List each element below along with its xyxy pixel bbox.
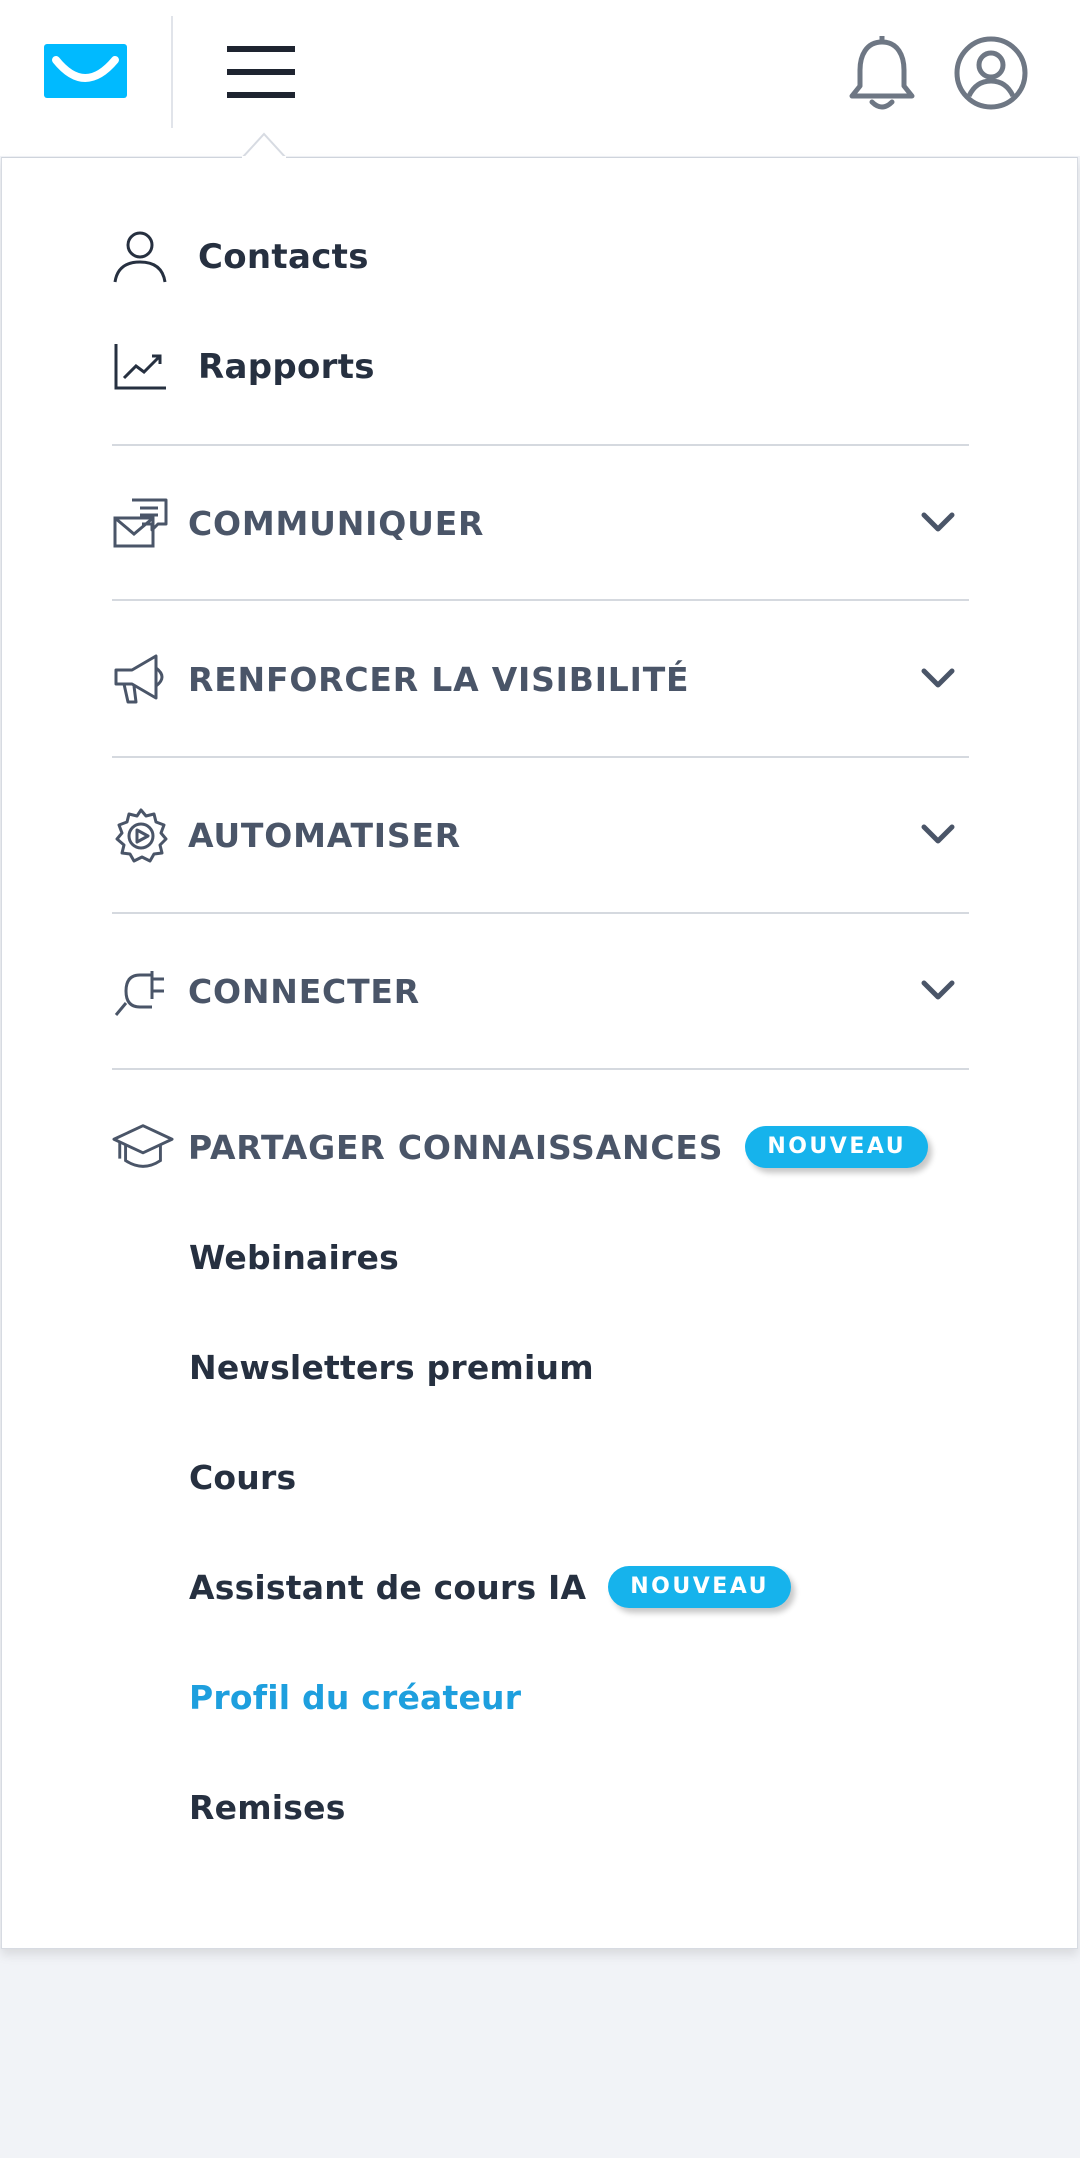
- navigation-menu-panel: [1, 157, 1078, 1949]
- section-label: CONNECTER: [188, 971, 420, 1011]
- menu-item-label: Contacts: [198, 237, 369, 277]
- section-connecter[interactable]: CONNECTER: [112, 955, 970, 1027]
- submenu-item-label: Cours: [189, 1457, 297, 1497]
- section-label: AUTOMATISER: [188, 815, 462, 855]
- submenu-item-label: Newsletters premium: [189, 1347, 594, 1387]
- chart-line-icon: [112, 339, 174, 395]
- megaphone-icon: [112, 648, 174, 710]
- person-icon: [112, 229, 174, 285]
- submenu-item-label: Profil du créateur: [189, 1677, 522, 1717]
- plug-icon: [112, 960, 174, 1022]
- submenu-item-label: Webinaires: [189, 1237, 399, 1277]
- getresponse-logo-icon[interactable]: [44, 44, 127, 98]
- envelope-chat-icon: [112, 492, 174, 554]
- submenu-item-newsletters-premium[interactable]: Newsletters premium: [189, 1339, 594, 1395]
- bell-icon[interactable]: [846, 36, 918, 112]
- hamburger-icon[interactable]: [227, 44, 295, 100]
- section-label: RENFORCER LA VISIBILITÉ: [188, 659, 690, 699]
- chevron-down-icon[interactable]: [920, 505, 956, 541]
- new-badge: NOUVEAU: [608, 1566, 791, 1608]
- top-bar: [0, 0, 1080, 156]
- chevron-down-icon[interactable]: [920, 661, 956, 697]
- section-label: PARTAGER CONNAISSANCES: [188, 1127, 724, 1167]
- gear-play-icon: [112, 804, 174, 866]
- menu-divider: [112, 912, 969, 914]
- user-circle-icon[interactable]: [954, 36, 1028, 110]
- submenu-item-assistant-cours-ia[interactable]: Assistant de cours IA NOUVEAU: [189, 1559, 791, 1615]
- graduation-cap-icon: [112, 1116, 174, 1178]
- section-partager-connaissances[interactable]: PARTAGER CONNAISSANCES NOUVEAU: [112, 1111, 970, 1183]
- menu-divider: [112, 756, 969, 758]
- section-renforcer-visibilite[interactable]: RENFORCER LA VISIBILITÉ: [112, 643, 970, 715]
- header-divider: [171, 16, 173, 128]
- submenu-item-profil-createur[interactable]: Profil du créateur: [189, 1669, 521, 1725]
- submenu-item-webinaires[interactable]: Webinaires: [189, 1229, 399, 1285]
- menu-divider: [112, 444, 969, 446]
- chevron-down-icon[interactable]: [920, 817, 956, 853]
- submenu-item-remises[interactable]: Remises: [189, 1779, 346, 1835]
- menu-divider: [112, 1068, 969, 1070]
- menu-divider: [112, 599, 969, 601]
- new-badge: NOUVEAU: [745, 1126, 929, 1168]
- section-label: COMMUNIQUER: [188, 503, 485, 543]
- menu-item-label: Rapports: [198, 347, 375, 387]
- submenu-item-cours[interactable]: Cours: [189, 1449, 296, 1505]
- menu-item-rapports[interactable]: Rapports: [112, 337, 375, 397]
- section-automatiser[interactable]: AUTOMATISER: [112, 799, 970, 871]
- section-communiquer[interactable]: COMMUNIQUER: [112, 487, 970, 559]
- menu-item-contacts[interactable]: Contacts: [112, 227, 369, 287]
- submenu-item-label: Remises: [189, 1787, 346, 1827]
- menu-caret-icon: [242, 132, 286, 158]
- submenu-item-label: Assistant de cours IA: [189, 1567, 587, 1607]
- chevron-down-icon[interactable]: [920, 973, 956, 1009]
